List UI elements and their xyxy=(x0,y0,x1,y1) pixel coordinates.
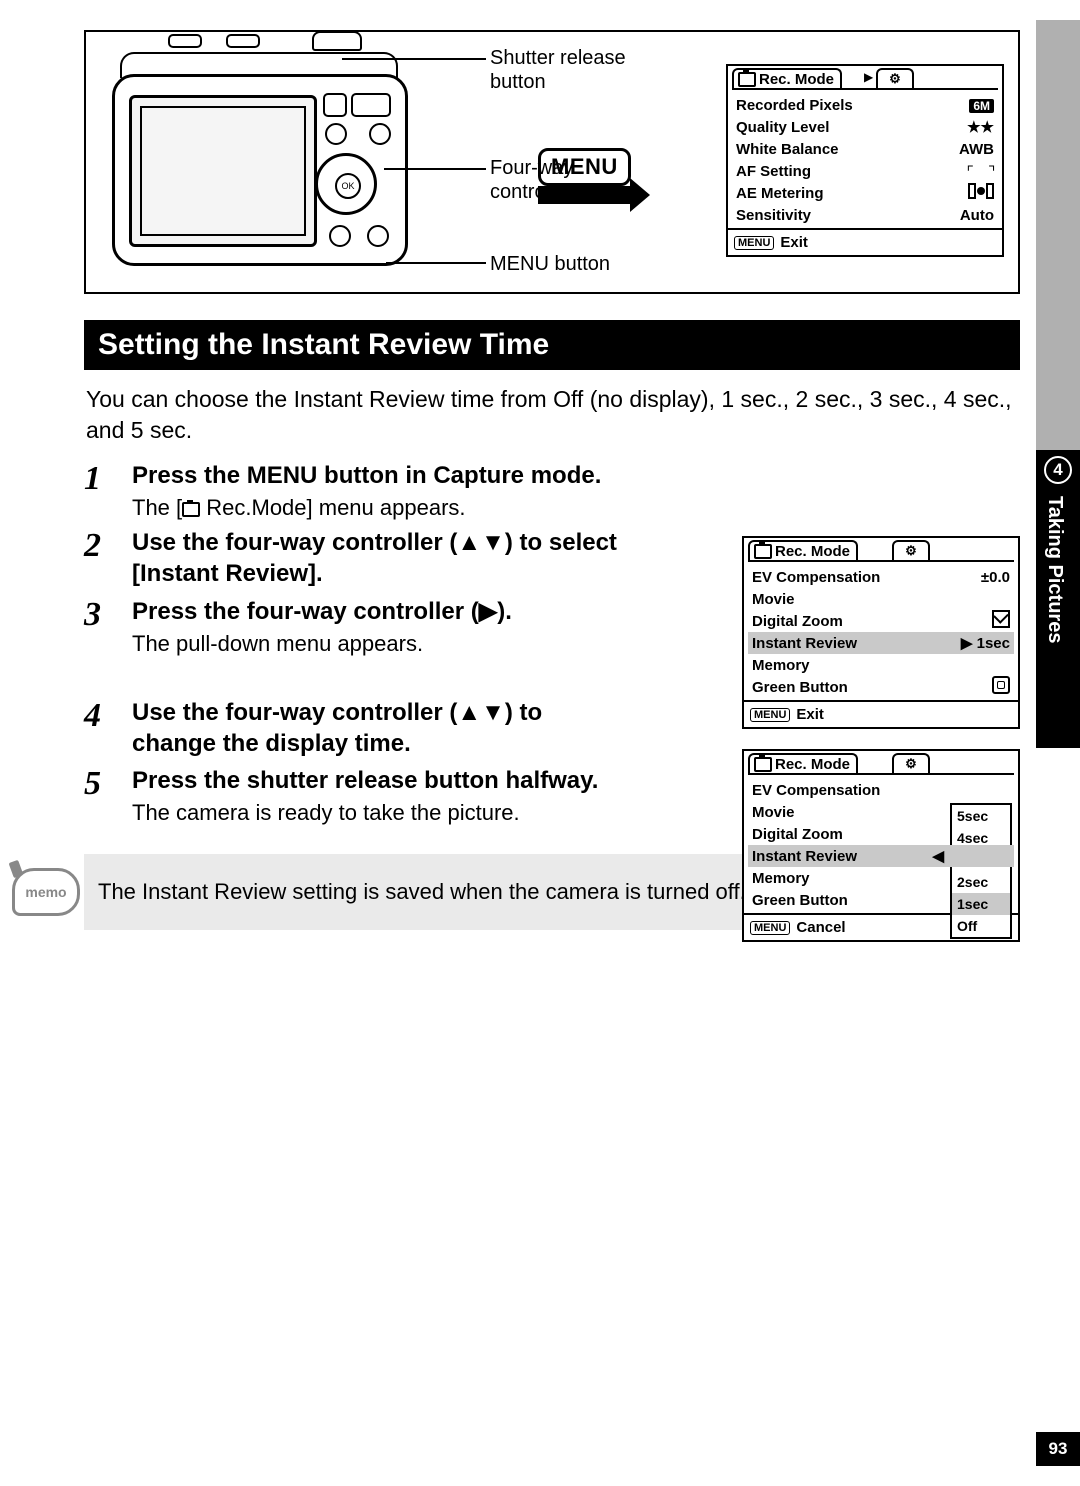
menu-row: Recorded Pixels6M xyxy=(732,94,998,116)
menu-button-label: MENU button xyxy=(490,252,610,276)
step-title: Use the four-way controller (▲▼) to sele… xyxy=(132,527,632,589)
chapter-title: Taking Pictures xyxy=(1043,496,1066,643)
arrow-right-icon xyxy=(538,186,632,204)
menu-row: SensitivityAuto xyxy=(732,204,998,226)
step-number: 4 xyxy=(84,697,132,759)
menu-key-label: MENU xyxy=(750,921,790,935)
step-number: 3 xyxy=(84,596,132,657)
dropdown-option: Off xyxy=(952,915,1010,937)
menu-row: Digital Zoom xyxy=(748,610,1014,632)
menu-row: AF Setting⌜ ⌝ xyxy=(732,160,998,182)
page-number: 93 xyxy=(1036,1432,1080,1466)
camera-diagram: OK Shutter release button Four-way contr… xyxy=(84,30,1020,294)
menu-row: EV Compensation xyxy=(748,779,1014,801)
menu-key-label: MENU xyxy=(750,708,790,722)
menu-row: Memory xyxy=(748,654,1014,676)
intro-text: You can choose the Instant Review time f… xyxy=(86,384,1018,446)
settings-tab-icon: ⚙ xyxy=(892,753,930,775)
chapter-number: 4 xyxy=(1044,456,1072,484)
step-title: Use the four-way controller (▲▼) to chan… xyxy=(132,697,632,759)
menu-row: White BalanceAWB xyxy=(732,138,998,160)
menu-row: Digital Zoom xyxy=(748,823,1014,845)
menu-row: EV Compensation±0.0 xyxy=(748,566,1014,588)
step-desc: The camera is ready to take the picture. xyxy=(132,800,632,826)
lcd-screen-recmode-2: Rec. Mode ⚙ EV Compensation±0.0MovieDigi… xyxy=(742,536,1020,729)
shutter-label: Shutter release button xyxy=(490,46,650,94)
step-number: 5 xyxy=(84,765,132,826)
menu-pill: MENU xyxy=(538,148,631,186)
camera-icon xyxy=(754,544,772,559)
shutter-release-button-icon xyxy=(312,31,362,51)
chapter-title-tab: Taking Pictures xyxy=(1036,488,1080,748)
step-title: Press the shutter release button halfway… xyxy=(132,765,632,796)
lcd3-title: Rec. Mode xyxy=(775,756,850,773)
menu-row: Movie xyxy=(748,588,1014,610)
menu-row: Green Button xyxy=(748,676,1014,698)
lcd1-foot: Exit xyxy=(780,234,808,251)
menu-key-label: MENU xyxy=(734,236,774,250)
camera-icon xyxy=(738,72,756,87)
step-number: 1 xyxy=(84,460,132,521)
lcd1-title: Rec. Mode xyxy=(759,71,834,88)
menu-button-icon xyxy=(367,225,389,247)
lcd2-title: Rec. Mode xyxy=(775,543,850,560)
lcd2-foot: Exit xyxy=(796,706,824,723)
lcd-screen-recmode-1: Rec. Mode ▶ ⚙ Recorded Pixels6MQuality L… xyxy=(726,64,1004,257)
lcd-screen-recmode-3: Rec. Mode ⚙ 5sec4sec3sec2sec1secOff EV C… xyxy=(742,749,1020,942)
settings-tab-icon: ⚙ xyxy=(892,540,930,562)
menu-row: Memory xyxy=(748,867,1014,889)
chapter-number-tab: 4 xyxy=(1036,450,1080,488)
memo-text: The Instant Review setting is saved when… xyxy=(98,879,746,905)
menu-row: Instant Review◀ xyxy=(748,845,1014,867)
memo-icon: memo xyxy=(12,868,80,916)
camera-body-icon: OK xyxy=(112,74,408,266)
settings-tab-icon: ⚙ xyxy=(876,68,914,90)
camera-icon xyxy=(754,757,772,772)
lcd3-cancel: Cancel xyxy=(796,919,845,936)
menu-row: Quality Level★★ xyxy=(732,116,998,138)
step-title: Press the four-way controller (▶). xyxy=(132,596,632,627)
menu-row: Instant Review▶ 1sec xyxy=(748,632,1014,654)
step-desc: The pull-down menu appears. xyxy=(132,631,632,657)
camera-icon xyxy=(182,502,200,517)
menu-row: Green Button xyxy=(748,889,1014,911)
four-way-controller-icon: OK xyxy=(315,153,377,215)
menu-row: AE Metering xyxy=(732,182,998,204)
section-heading: Setting the Instant Review Time xyxy=(84,320,1020,370)
side-tab-gray xyxy=(1036,20,1080,450)
step-number: 2 xyxy=(84,527,132,589)
menu-row: Movie xyxy=(748,801,1014,823)
